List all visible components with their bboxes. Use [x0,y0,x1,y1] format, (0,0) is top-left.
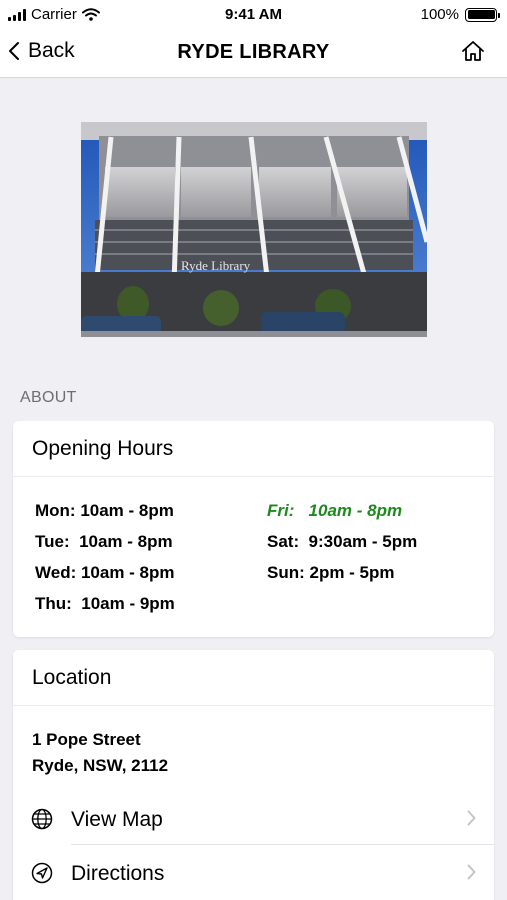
status-bar: Carrier 9:41 AM 100% [0,0,507,30]
hours-tuesday: Tue: 10am - 8pm [35,532,173,551]
view-map-label: View Map [71,808,163,831]
status-right: 100% [420,6,500,23]
hours-monday: Mon: 10am - 8pm [35,501,174,520]
card-divider [13,476,494,477]
home-button[interactable] [461,40,485,67]
globe-icon [31,808,53,830]
view-map-row[interactable]: View Map [13,793,494,845]
page-title: RYDE LIBRARY [177,41,330,63]
hours-sunday: Sun: 2pm - 5pm [267,563,395,582]
address-line-2: Ryde, NSW, 2112 [32,756,169,775]
opening-hours-title: Opening Hours [32,437,174,460]
hours-wednesday: Wed: 10am - 8pm [35,563,175,582]
battery-fill [467,10,495,19]
section-header-about: ABOUT [20,389,77,406]
hours-thursday: Thu: 10am - 9pm [35,594,175,613]
navigation-bar: Back RYDE LIBRARY [0,30,507,78]
sign-text: Ryde Library [181,258,251,273]
row-divider [71,844,494,845]
navigation-arrow-icon [31,862,53,884]
location-title: Location [32,666,112,689]
location-card: Location 1 Pope Street Ryde, NSW, 2112 V… [13,650,494,900]
battery-icon [465,7,500,22]
library-photo: Ryde Library [81,122,427,337]
hours-friday-today: Fri: 10am - 8pm [267,501,403,520]
opening-hours-card: Opening Hours Mon: 10am - 8pm Tue: 10am … [13,421,494,637]
battery-percent: 100% [420,6,459,23]
address: 1 Pope Street Ryde, NSW, 2112 [32,727,168,779]
hours-saturday: Sat: 9:30am - 5pm [267,532,418,551]
directions-label: Directions [71,862,165,885]
card-divider [13,705,494,706]
home-icon [462,41,484,61]
address-line-1: 1 Pope Street [32,730,141,749]
chevron-right-icon [467,864,476,880]
chevron-right-icon [467,810,476,826]
directions-row[interactable]: Directions [13,847,494,899]
